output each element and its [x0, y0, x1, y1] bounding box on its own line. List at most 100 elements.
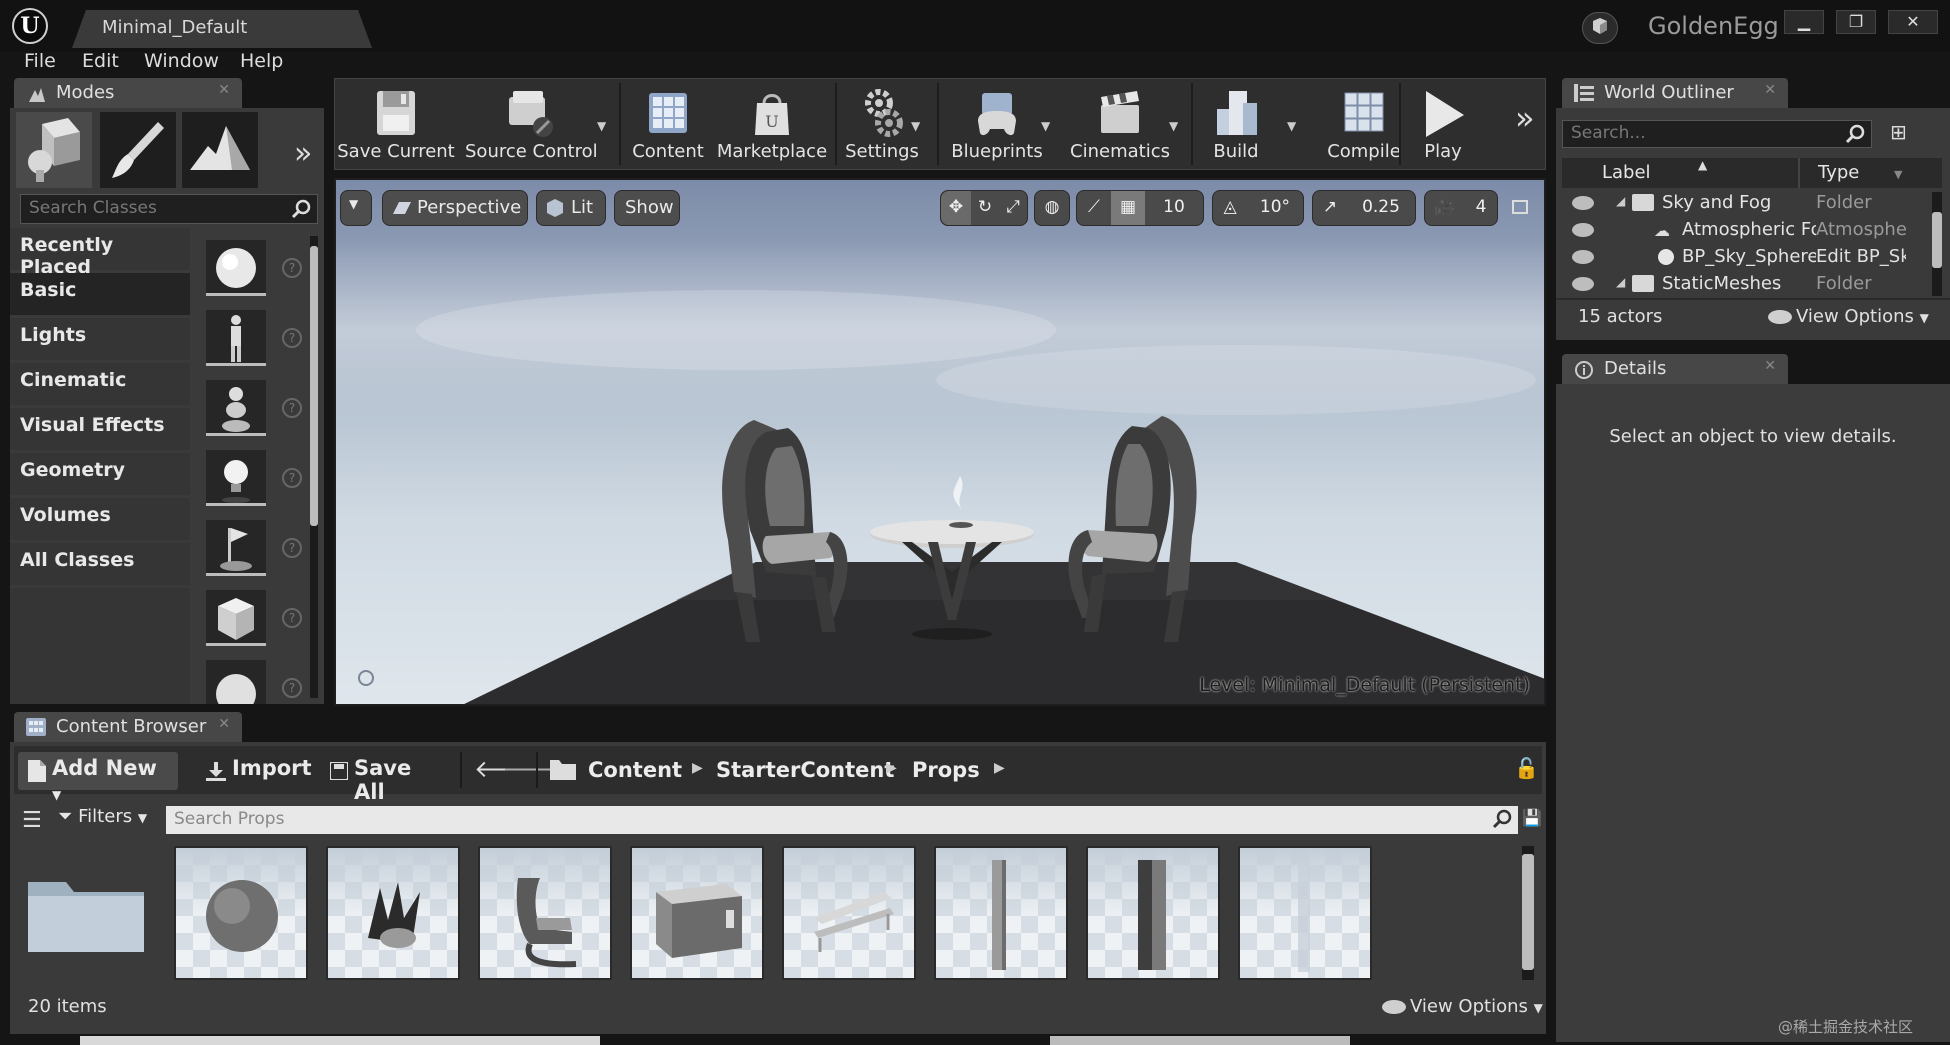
show-button[interactable]: Show [614, 190, 680, 226]
breadcrumb-separator-icon[interactable]: ▶ [692, 760, 703, 776]
world-outliner-close-icon[interactable]: ✕ [1764, 82, 1776, 98]
visibility-eye-icon[interactable] [1572, 196, 1594, 210]
category-cinematic[interactable]: Cinematic [10, 363, 190, 405]
place-mode-button[interactable] [16, 112, 92, 188]
breadcrumb-content[interactable]: Content [588, 758, 682, 782]
blueprints-dropdown-icon[interactable]: ▼ [1041, 119, 1050, 133]
scale-snap-value[interactable]: 0.25 [1347, 191, 1415, 225]
column-type-header[interactable]: Type [1818, 162, 1859, 183]
import-button[interactable]: Import [196, 752, 312, 790]
paint-mode-button[interactable] [100, 112, 176, 188]
details-close-icon[interactable]: ✕ [1764, 358, 1776, 374]
search-classes-input[interactable]: Search Classes [20, 194, 318, 224]
help-icon[interactable]: ? [282, 468, 302, 488]
maximize-viewport-icon[interactable] [1512, 200, 1528, 214]
filters-button[interactable]: ⏷ Filters ▼ [58, 806, 147, 827]
help-icon[interactable]: ? [282, 258, 302, 278]
close-button[interactable]: ✕ [1888, 10, 1938, 34]
add-actor-icon[interactable]: ⊞ [1890, 120, 1918, 148]
translate-tool-icon[interactable]: ✥ [941, 191, 971, 225]
placeable-sphere[interactable] [206, 660, 266, 714]
category-recently-placed[interactable]: Recently Placed [10, 228, 190, 278]
asset-thumbnail[interactable] [782, 846, 916, 980]
camera-speed-value[interactable]: 4 [1465, 191, 1497, 225]
breadcrumb-startercontent[interactable]: StarterContent [716, 758, 894, 782]
expand-arrow-icon[interactable]: ◢ [1616, 194, 1625, 208]
details-tab[interactable]: Details ✕ [1562, 354, 1788, 384]
grid-snap-value[interactable]: 10 [1145, 191, 1203, 225]
document-tab[interactable]: Minimal_Default [72, 10, 372, 48]
perspective-button[interactable]: Perspective [382, 190, 528, 226]
content-browser-close-icon[interactable]: ✕ [218, 716, 230, 732]
settings-dropdown-icon[interactable]: ▼ [911, 119, 920, 133]
save-all-button[interactable]: Save All [320, 752, 450, 804]
landscape-mode-button[interactable] [182, 112, 258, 188]
breadcrumb-separator-icon[interactable]: ▶ [994, 760, 1005, 776]
add-new-button[interactable]: Add New ▼ [18, 752, 178, 802]
scale-snap-icon[interactable]: ↗ [1313, 191, 1347, 225]
level-viewport[interactable]: ▼ Perspective Lit Show ✥ ↻ ⤢ ◍ ⟋ ▦ 10 ◬ … [334, 178, 1546, 706]
content-scrollbar[interactable] [1522, 846, 1534, 980]
cinematics-button[interactable]: Cinematics [1061, 79, 1179, 169]
outliner-row-atmospheric-fog[interactable]: ☁ Atmospheric Fo Atmospher [1562, 217, 1932, 244]
rotate-tool-icon[interactable]: ↻ [971, 191, 999, 225]
outliner-row-type[interactable]: Edit BP_Sk [1816, 246, 1906, 267]
outliner-scroll-thumb[interactable] [1932, 212, 1942, 268]
placeable-pawn[interactable] [206, 380, 266, 436]
marketplace-button[interactable]: U Marketplace [713, 79, 831, 169]
visibility-eye-icon[interactable] [1572, 223, 1594, 237]
coordinate-system-button[interactable]: ◍ [1034, 190, 1070, 226]
category-basic[interactable]: Basic [10, 273, 190, 315]
outliner-row-bp-sky-sphere[interactable]: BP_Sky_Sphere Edit BP_Sk [1562, 244, 1932, 271]
content-search-input[interactable]: Search Props [166, 806, 1518, 834]
help-icon[interactable]: ? [282, 398, 302, 418]
placeable-cube[interactable] [206, 590, 266, 646]
help-icon[interactable]: ? [282, 678, 302, 698]
help-icon[interactable]: ? [282, 328, 302, 348]
asset-thumbnail[interactable] [174, 846, 308, 980]
surface-snap-icon[interactable]: ⟋ [1077, 191, 1111, 225]
placeable-empty-actor[interactable] [206, 240, 266, 296]
asset-thumbnail[interactable] [934, 846, 1068, 980]
type-dropdown-icon[interactable]: ▼ [1894, 168, 1902, 181]
outliner-scrollbar[interactable] [1932, 192, 1942, 296]
placeable-player-start[interactable] [206, 520, 266, 576]
save-current-button[interactable]: Save Current [335, 79, 457, 169]
menu-window[interactable]: Window [144, 50, 219, 72]
outliner-row-static-meshes[interactable]: ◢ StaticMeshes Folder [1562, 271, 1932, 298]
outliner-row-sky-and-fog[interactable]: ◢ Sky and Fog Folder [1562, 190, 1932, 217]
category-lights[interactable]: Lights [10, 318, 190, 360]
category-volumes[interactable]: Volumes [10, 498, 190, 540]
save-search-icon[interactable]: 💾 [1522, 808, 1542, 827]
play-button[interactable]: Play [1403, 79, 1483, 169]
cinematics-dropdown-icon[interactable]: ▼ [1169, 119, 1178, 133]
modes-tab[interactable]: Modes ✕ [14, 78, 242, 108]
outliner-view-options-button[interactable]: View Options ▼ [1768, 306, 1929, 327]
content-view-options-button[interactable]: View Options ▼ [1382, 996, 1543, 1017]
world-outliner-search-input[interactable]: Search... [1562, 120, 1872, 148]
category-visual-effects[interactable]: Visual Effects [10, 408, 190, 450]
asset-thumbnail[interactable] [1238, 846, 1372, 980]
visibility-eye-icon[interactable] [1572, 250, 1594, 264]
sources-panel-toggle-icon[interactable]: ☰ [22, 808, 42, 833]
visibility-eye-icon[interactable] [1572, 277, 1594, 291]
lock-icon[interactable]: 🔓 [1514, 756, 1539, 780]
camera-speed-icon[interactable]: 🎥 [1425, 191, 1465, 225]
menu-edit[interactable]: Edit [82, 50, 119, 72]
menu-help[interactable]: Help [240, 50, 283, 72]
placeable-point-light[interactable] [206, 450, 266, 506]
breadcrumb-props[interactable]: Props [912, 758, 980, 782]
content-scroll-thumb[interactable] [1522, 854, 1534, 970]
modes-scrollbar[interactable] [310, 236, 318, 698]
rotation-snap-icon[interactable]: ◬ [1213, 191, 1247, 225]
asset-thumbnail[interactable] [1086, 846, 1220, 980]
grid-snap-icon[interactable]: ▦ [1111, 191, 1145, 225]
blueprints-button[interactable]: Blueprints [941, 79, 1053, 169]
source-control-dropdown-icon[interactable]: ▼ [597, 119, 606, 133]
modes-close-icon[interactable]: ✕ [218, 82, 230, 98]
viewport-help-icon[interactable] [358, 670, 374, 686]
content-button[interactable]: Content [623, 79, 713, 169]
modes-expand-icon[interactable]: » [294, 136, 312, 171]
breadcrumb-separator-icon[interactable]: ▶ [886, 760, 897, 776]
build-button[interactable]: Build [1195, 79, 1277, 169]
